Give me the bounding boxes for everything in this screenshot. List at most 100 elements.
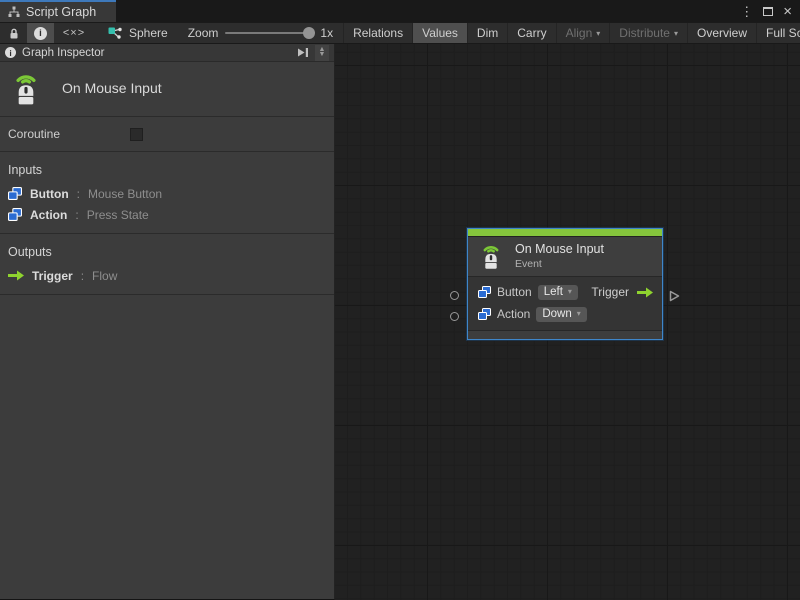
zoom-value: 1x: [320, 26, 333, 40]
on-mouse-input-icon: [477, 242, 505, 270]
action-port-label: Action: [497, 307, 530, 321]
flow-port-icon: [8, 270, 24, 281]
graph-inspector-title: Graph Inspector: [22, 47, 104, 59]
outputs-section: Outputs Trigger : Flow: [0, 234, 334, 295]
code-icon: <×>: [63, 27, 85, 39]
on-mouse-input-node[interactable]: On Mouse Input Event Button Left ▾: [467, 228, 663, 340]
outputs-header: Outputs: [0, 240, 334, 265]
button-dropdown-value: Left: [544, 286, 563, 298]
chevron-down-icon: ▾: [674, 29, 678, 38]
input-row-button: Button : Mouse Button: [0, 183, 334, 204]
inspector-empty-area: [0, 295, 334, 599]
trigger-port-label: Trigger: [591, 285, 629, 299]
chevron-down-icon: ▾: [577, 309, 581, 318]
carry-label: Carry: [517, 26, 546, 40]
input-row-action: Action : Press State: [0, 204, 334, 225]
graph-owner-icon: [108, 26, 123, 40]
zoom-control: Zoom 1x: [178, 23, 344, 43]
button-port-label: Button: [497, 285, 532, 299]
action-dropdown-value: Down: [542, 308, 571, 320]
button-dropdown[interactable]: Left ▾: [538, 285, 578, 300]
dim-button[interactable]: Dim: [467, 23, 507, 43]
toolbar-right-group: Relations Values Dim Carry Align ▾ Distr…: [344, 23, 800, 43]
more-menu-icon[interactable]: ⋮: [740, 5, 753, 18]
panel-scroll-spinner[interactable]: ▲ ▼: [315, 45, 329, 61]
node-subtitle: Event: [515, 258, 604, 270]
inputs-header: Inputs: [0, 158, 334, 183]
inspector-toggle-button[interactable]: i: [27, 23, 54, 43]
type-separator: :: [81, 269, 84, 283]
overview-button[interactable]: Overview: [687, 23, 756, 43]
info-icon: i: [34, 27, 47, 40]
graph-canvas[interactable]: On Mouse Input Event Button Left ▾: [335, 44, 800, 600]
zoom-slider[interactable]: [225, 32, 313, 34]
value-port-icon: [8, 187, 22, 200]
lock-icon: [8, 27, 20, 40]
flow-port-icon[interactable]: [637, 287, 653, 298]
dock-panel-icon[interactable]: [297, 47, 309, 58]
type-separator: :: [75, 208, 78, 222]
action-input-port[interactable]: [450, 312, 459, 321]
coroutine-checkbox[interactable]: [130, 128, 143, 141]
unit-summary: On Mouse Input: [0, 62, 334, 117]
relations-label: Relations: [353, 26, 403, 40]
node-header[interactable]: On Mouse Input Event: [468, 237, 662, 277]
input-type: Press State: [87, 208, 149, 222]
graph-hierarchy-icon: [8, 6, 20, 18]
graph-owner-group[interactable]: Sphere: [94, 23, 178, 43]
node-title-block: On Mouse Input Event: [515, 242, 604, 270]
graph-toolbar: i <×> Sphere Zoom 1x Relations: [0, 22, 800, 44]
input-name: Action: [30, 208, 67, 222]
zoom-slider-handle[interactable]: [303, 27, 315, 39]
overview-label: Overview: [697, 26, 747, 40]
script-graph-window: Script Graph ⋮ × i <×>: [0, 0, 800, 600]
align-button[interactable]: Align ▾: [556, 23, 610, 43]
edit-code-button[interactable]: <×>: [54, 23, 94, 43]
input-name: Button: [30, 187, 69, 201]
main-area: i Graph Inspector ▲ ▼: [0, 44, 800, 600]
type-separator: :: [77, 187, 80, 201]
chevron-down-icon: ▾: [568, 287, 572, 296]
on-mouse-input-icon: [8, 70, 44, 106]
close-icon[interactable]: ×: [783, 4, 792, 19]
dim-label: Dim: [477, 26, 498, 40]
graph-inspector-header: i Graph Inspector ▲ ▼: [0, 44, 334, 62]
zoom-label: Zoom: [188, 26, 219, 40]
graph-inspector-panel: i Graph Inspector ▲ ▼: [0, 44, 335, 600]
inputs-section: Inputs Button : Mouse Button Action: [0, 152, 334, 234]
button-input-port[interactable]: [450, 291, 459, 300]
spin-down-icon[interactable]: ▼: [319, 53, 326, 58]
input-type: Mouse Button: [88, 187, 162, 201]
node-row-button: Button Left ▾ Trigger: [468, 281, 662, 303]
node-title: On Mouse Input: [515, 242, 604, 256]
value-port-icon: [8, 208, 22, 221]
value-port-icon: [478, 308, 491, 320]
trigger-output-port[interactable]: [669, 290, 680, 302]
full-screen-button[interactable]: Full Screen: [756, 23, 800, 43]
full-screen-label: Full Screen: [766, 26, 800, 40]
graph-owner-label: Sphere: [129, 26, 168, 40]
event-accent-strip: [468, 229, 662, 237]
value-port-icon: [478, 286, 491, 298]
values-label: Values: [422, 26, 458, 40]
toolbar-left-group: i <×>: [0, 23, 94, 43]
coroutine-row: Coroutine: [0, 117, 334, 152]
distribute-label: Distribute: [619, 26, 670, 40]
carry-button[interactable]: Carry: [507, 23, 555, 43]
maximize-icon[interactable]: [763, 7, 773, 16]
node-row-action: Action Down ▾: [468, 303, 662, 325]
relations-button[interactable]: Relations: [344, 23, 412, 43]
titlebar: Script Graph ⋮ ×: [0, 0, 800, 22]
values-button[interactable]: Values: [412, 23, 467, 43]
lock-button[interactable]: [0, 23, 27, 43]
tab-script-graph[interactable]: Script Graph: [0, 0, 116, 22]
action-dropdown[interactable]: Down ▾: [536, 307, 586, 322]
tab-title: Script Graph: [26, 5, 96, 19]
chevron-down-icon: ▾: [596, 29, 600, 38]
node-footer: [468, 330, 662, 339]
output-row-trigger: Trigger : Flow: [0, 265, 334, 286]
node-body: Button Left ▾ Trigger: [468, 277, 662, 330]
unit-title: On Mouse Input: [62, 80, 162, 96]
output-name: Trigger: [32, 269, 73, 283]
distribute-button[interactable]: Distribute ▾: [609, 23, 687, 43]
